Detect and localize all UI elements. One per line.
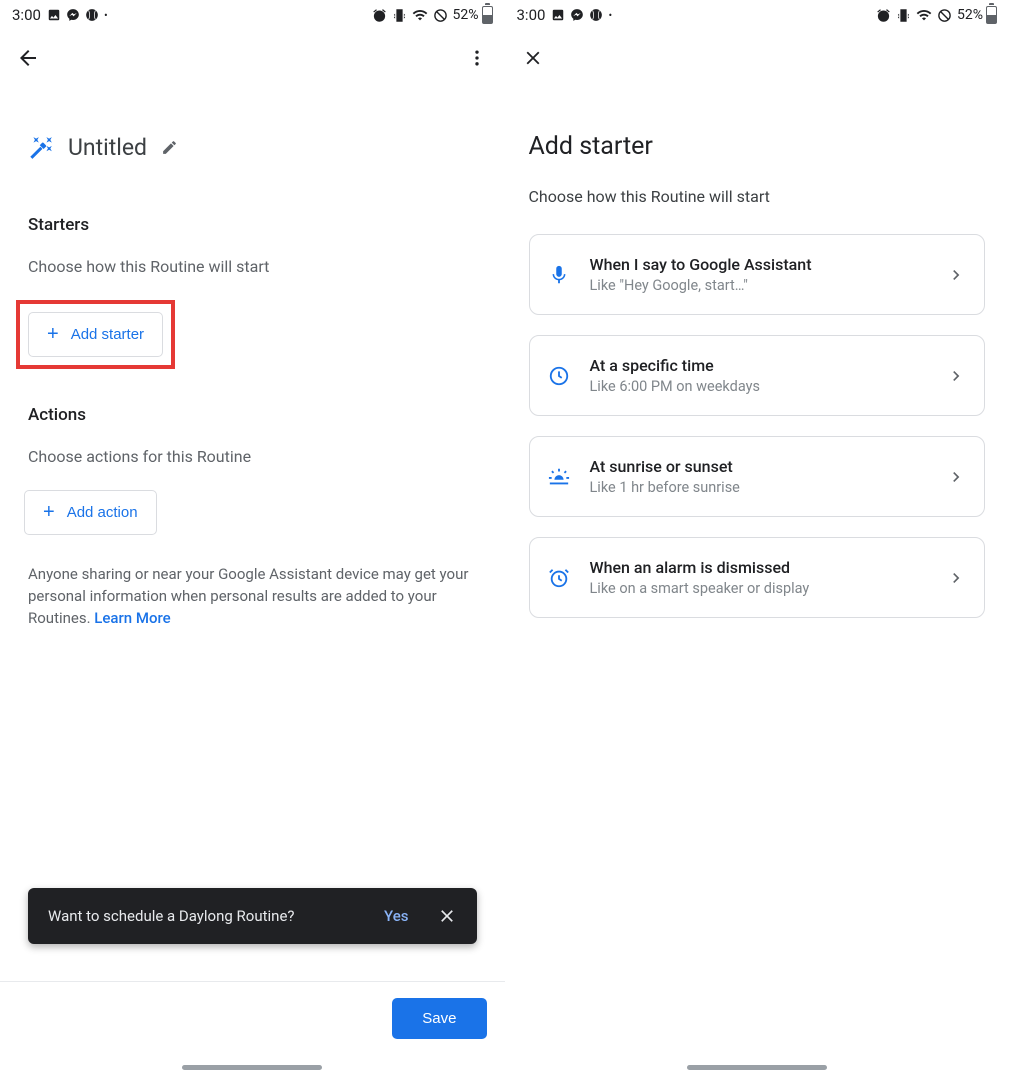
content: Untitled Starters Choose how this Routin… (0, 86, 505, 981)
status-notif-icons: • (551, 8, 612, 22)
starter-option-alarm[interactable]: When an alarm is dismissed Like on a sma… (529, 537, 986, 618)
title-row: Untitled (24, 86, 481, 193)
add-starter-button[interactable]: + Add starter (28, 312, 163, 357)
battery-pct: 52% (453, 7, 479, 23)
status-time: 3:00 (12, 6, 41, 24)
content: Add starter Choose how this Routine will… (505, 86, 1009, 1055)
snackbar-yes[interactable]: Yes (384, 907, 408, 925)
learn-more-link[interactable]: Learn More (94, 609, 170, 627)
no-icon (433, 8, 448, 23)
snackbar-text: Want to schedule a Daylong Routine? (48, 907, 294, 925)
picture-icon (551, 8, 565, 22)
actions-header: Actions (24, 369, 481, 447)
routine-title[interactable]: Untitled (68, 134, 147, 161)
vibrate-icon (896, 8, 911, 23)
vibrate-icon (392, 8, 407, 23)
status-time: 3:00 (517, 6, 546, 24)
chevron-right-icon (946, 366, 966, 386)
battery-pct: 52% (957, 7, 983, 23)
add-action-button[interactable]: + Add action (24, 490, 157, 535)
actions-sub: Choose actions for this Routine (24, 447, 481, 490)
status-bar: 3:00 • (505, 0, 1009, 30)
status-left: 3:00 • (517, 6, 613, 24)
chevron-right-icon (946, 568, 966, 588)
close-icon[interactable] (521, 46, 545, 70)
close-icon[interactable] (437, 906, 457, 926)
card-title: At sunrise or sunset (590, 457, 947, 476)
battery-icon (986, 6, 997, 24)
baseball-icon (85, 8, 99, 22)
wand-icon (28, 135, 54, 161)
chevron-right-icon (946, 265, 966, 285)
dot-icon: • (608, 9, 612, 22)
nav-handle[interactable] (182, 1065, 322, 1070)
nav-handle[interactable] (687, 1065, 827, 1070)
wifi-icon (916, 7, 932, 23)
alarm-dismiss-icon (548, 567, 570, 589)
edit-icon[interactable] (161, 139, 178, 156)
status-right: 52% (876, 6, 997, 24)
plus-icon: + (47, 323, 59, 346)
top-bar (0, 30, 505, 86)
sunrise-icon (548, 466, 570, 488)
top-bar (505, 30, 1009, 86)
add-action-label: Add action (67, 504, 138, 521)
add-starter-label: Add starter (71, 326, 144, 343)
status-bar: 3:00 • (0, 0, 505, 30)
starters-sub: Choose how this Routine will start (24, 257, 481, 300)
card-sub: Like 1 hr before sunrise (590, 479, 947, 496)
battery-icon (482, 6, 493, 24)
bottom-bar: Save (0, 981, 505, 1055)
right-phone: 3:00 • (505, 0, 1009, 1080)
starters-header: Starters (24, 193, 481, 257)
alarm-icon (876, 8, 891, 23)
messenger-icon (570, 8, 584, 22)
status-notif-icons: • (47, 8, 108, 22)
clock-icon (548, 365, 570, 387)
page-title: Add starter (529, 86, 986, 187)
back-icon[interactable] (16, 46, 40, 70)
tutorial-highlight: + Add starter (16, 300, 175, 369)
status-right: 52% (372, 6, 493, 24)
picture-icon (47, 8, 61, 22)
starter-option-time[interactable]: At a specific time Like 6:00 PM on weekd… (529, 335, 986, 416)
wifi-icon (412, 7, 428, 23)
alarm-icon (372, 8, 387, 23)
card-sub: Like 6:00 PM on weekdays (590, 378, 947, 395)
starter-option-voice[interactable]: When I say to Google Assistant Like "Hey… (529, 234, 986, 315)
page-sub: Choose how this Routine will start (529, 187, 986, 234)
chevron-right-icon (946, 467, 966, 487)
starter-option-sun[interactable]: At sunrise or sunset Like 1 hr before su… (529, 436, 986, 517)
save-button[interactable]: Save (392, 998, 486, 1039)
no-icon (937, 8, 952, 23)
snackbar: Want to schedule a Daylong Routine? Yes (28, 888, 477, 944)
card-sub: Like "Hey Google, start…" (590, 277, 947, 294)
more-icon[interactable] (465, 46, 489, 70)
card-title: When an alarm is dismissed (590, 558, 947, 577)
plus-icon: + (43, 501, 55, 524)
disclaimer: Anyone sharing or near your Google Assis… (24, 535, 481, 629)
messenger-icon (66, 8, 80, 22)
status-left: 3:00 • (12, 6, 108, 24)
card-sub: Like on a smart speaker or display (590, 580, 947, 597)
left-phone: 3:00 • (0, 0, 505, 1080)
baseball-icon (589, 8, 603, 22)
card-title: At a specific time (590, 356, 947, 375)
dot-icon: • (104, 9, 108, 22)
card-title: When I say to Google Assistant (590, 255, 947, 274)
mic-icon (548, 264, 570, 286)
